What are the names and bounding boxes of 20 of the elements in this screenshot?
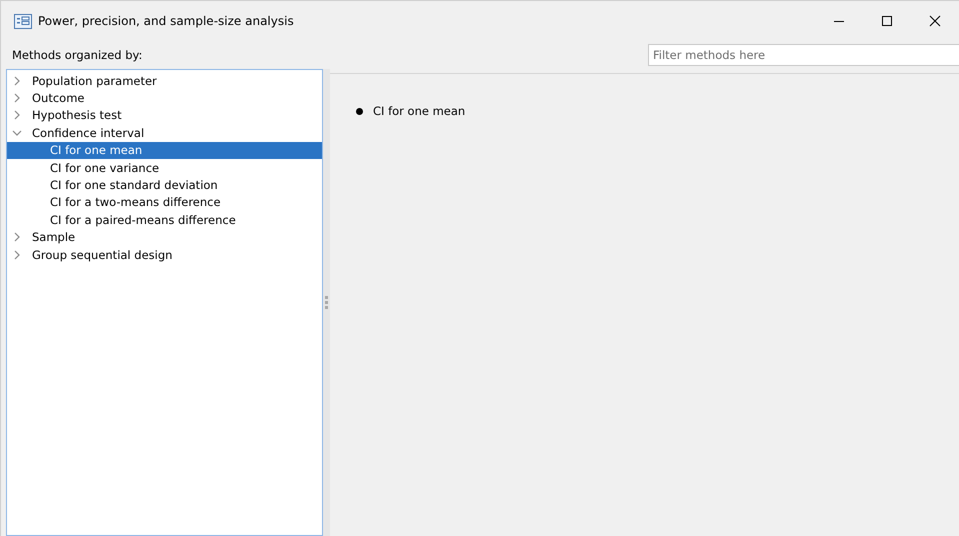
bullet-icon xyxy=(356,108,363,114)
tree-item[interactable]: Group sequential design xyxy=(7,246,322,264)
tree-item[interactable]: Hypothesis test xyxy=(7,106,322,124)
window-title: Power, precision, and sample-size analysis xyxy=(38,14,295,28)
filter-field[interactable]: Filter methods here xyxy=(648,44,959,66)
tree-item[interactable]: Outcome xyxy=(7,89,322,107)
close-icon xyxy=(929,15,941,27)
organized-by-label: Methods organized by: xyxy=(12,48,144,62)
tree-item[interactable]: Population parameter xyxy=(7,72,322,90)
maximize-icon xyxy=(881,15,893,27)
tree-item[interactable]: CI for a two-means difference xyxy=(7,194,322,212)
splitter-handle[interactable] xyxy=(323,69,330,536)
form-icon xyxy=(14,14,32,28)
tree-item[interactable]: Confidence interval xyxy=(7,124,322,142)
tree-item[interactable]: CI for one mean xyxy=(7,142,322,159)
tree-item[interactable]: CI for one standard deviation xyxy=(7,176,322,194)
method-link[interactable]: CI for one mean xyxy=(373,104,466,118)
tree-item[interactable]: CI for a paired-means difference xyxy=(7,211,322,229)
tree-item[interactable]: CI for one variance xyxy=(7,158,322,176)
tree-item[interactable]: Sample xyxy=(7,228,322,246)
